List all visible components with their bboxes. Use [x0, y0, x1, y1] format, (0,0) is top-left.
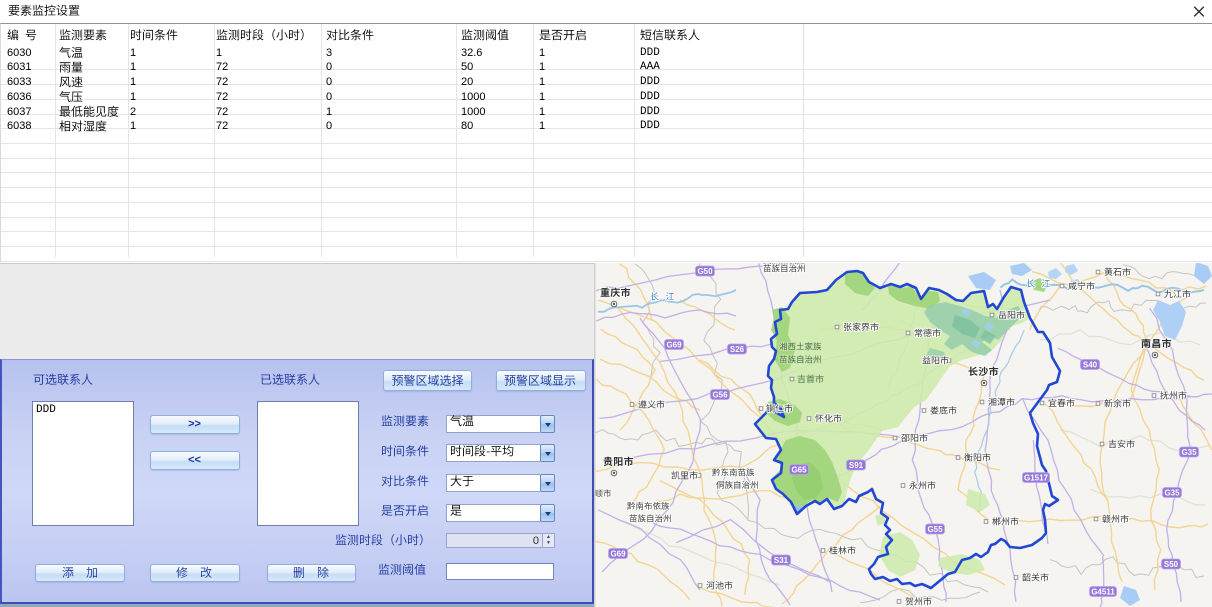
svg-text:G35: G35 — [1181, 448, 1197, 457]
svg-text:S31: S31 — [774, 556, 789, 565]
svg-text:S26: S26 — [730, 345, 745, 354]
svg-text:G4511: G4511 — [1091, 588, 1115, 597]
svg-text:S50: S50 — [1164, 560, 1179, 569]
svg-text:G35: G35 — [1164, 489, 1180, 498]
svg-text:G65: G65 — [791, 466, 807, 475]
svg-text:G56: G56 — [712, 391, 728, 400]
svg-text:G69: G69 — [610, 550, 626, 559]
svg-text:G50: G50 — [697, 267, 713, 276]
svg-text:G55: G55 — [927, 525, 943, 534]
svg-text:S40: S40 — [1083, 361, 1098, 370]
svg-text:S91: S91 — [849, 461, 864, 470]
svg-text:G1517: G1517 — [1024, 474, 1049, 483]
svg-text:G69: G69 — [666, 341, 682, 350]
